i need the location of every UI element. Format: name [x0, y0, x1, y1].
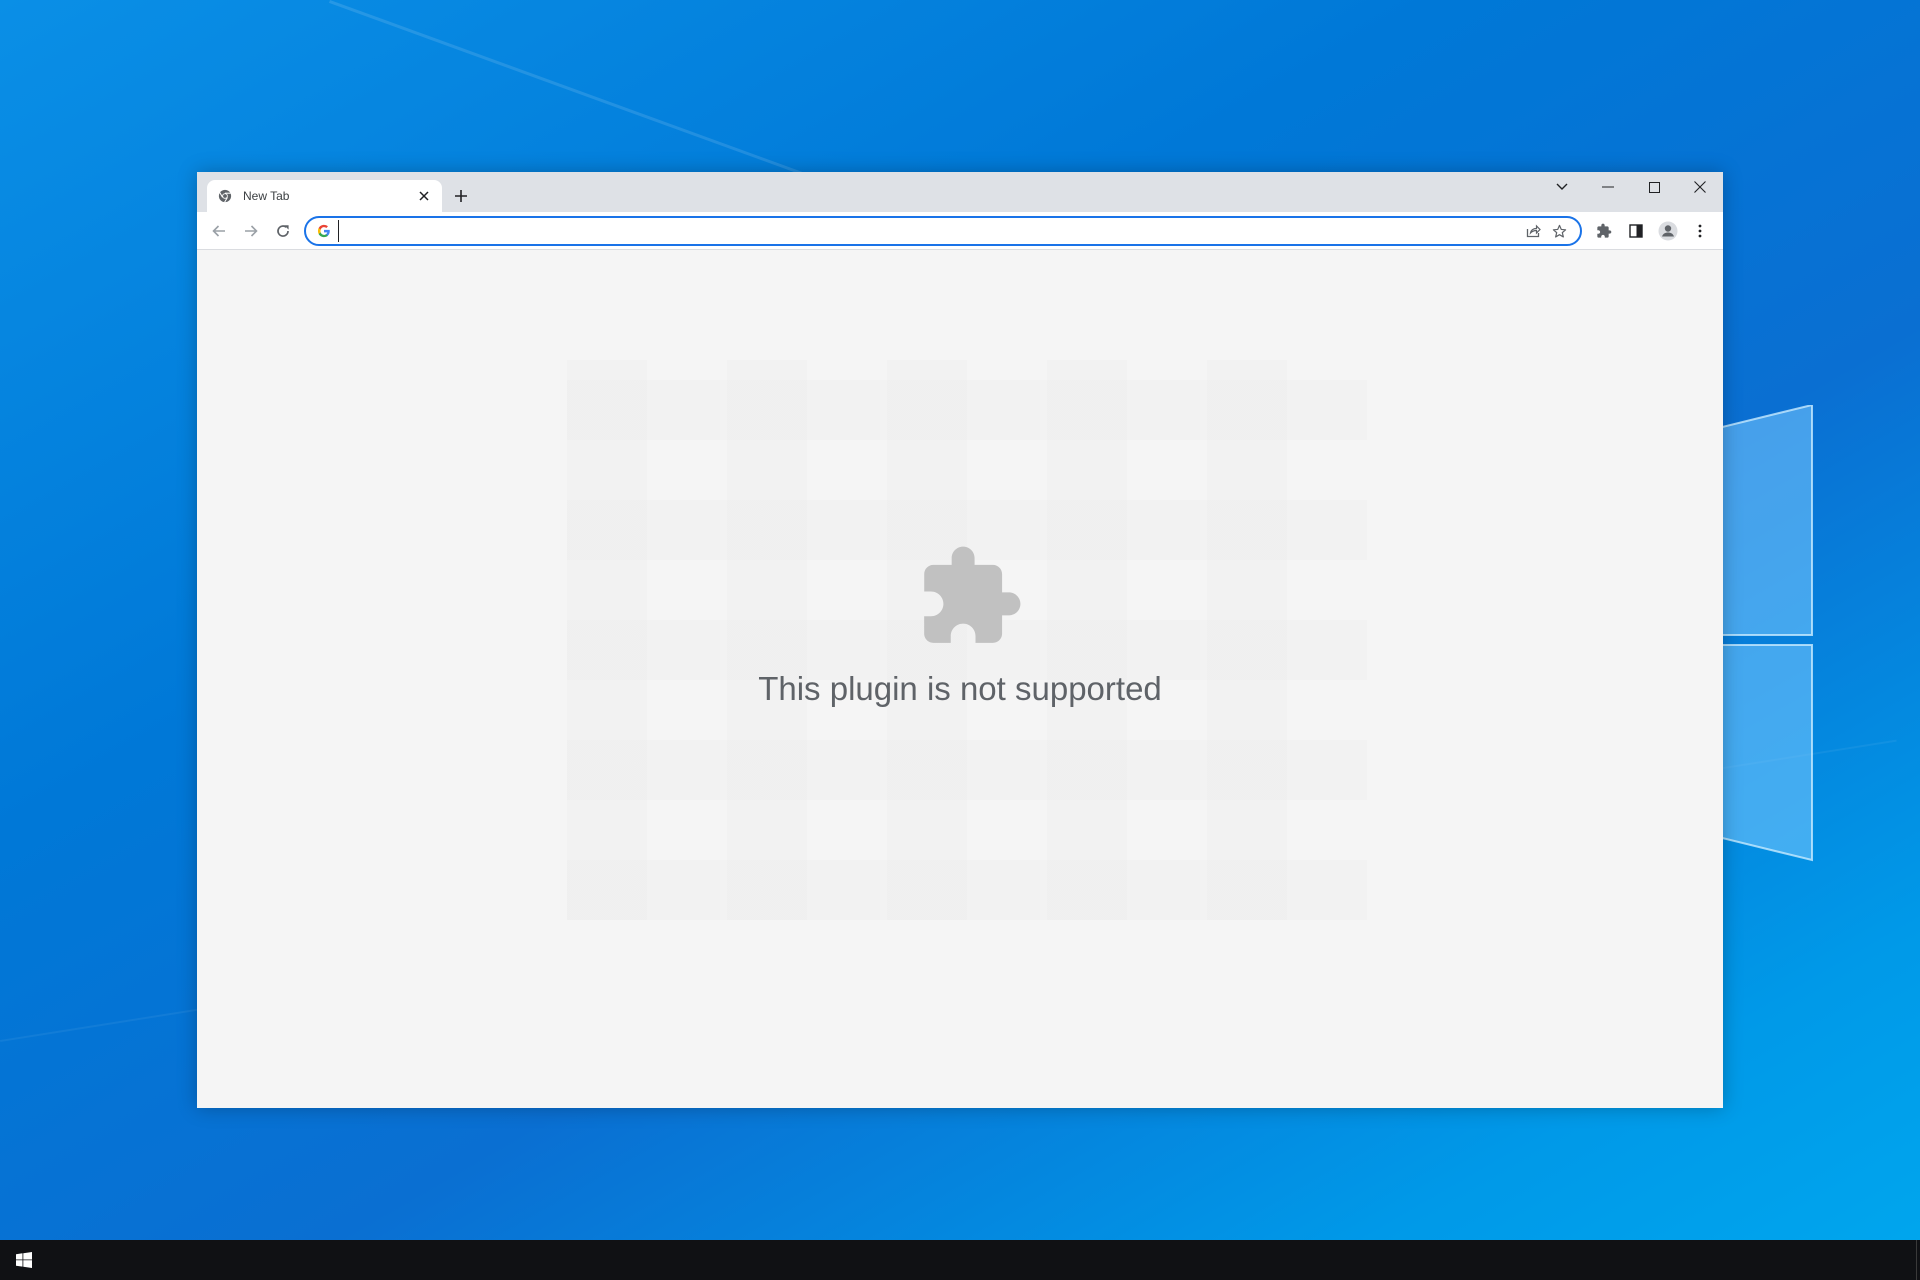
plus-icon — [455, 190, 467, 202]
more-menu-button[interactable] — [1687, 218, 1713, 244]
chrome-icon — [217, 188, 233, 204]
start-button[interactable] — [0, 1240, 48, 1280]
windows-icon — [16, 1252, 32, 1268]
share-button[interactable] — [1520, 220, 1546, 242]
taskbar — [0, 1240, 1920, 1280]
plugin-error-message: This plugin is not supported — [758, 670, 1162, 707]
tab-title: New Tab — [243, 189, 290, 203]
forward-button[interactable] — [238, 218, 264, 244]
profile-button[interactable] — [1655, 218, 1681, 244]
arrow-right-icon — [245, 225, 258, 237]
tab-search-button[interactable] — [1539, 172, 1585, 202]
profile-icon — [1658, 221, 1678, 241]
close-icon — [1694, 181, 1706, 193]
side-panel-button[interactable] — [1623, 218, 1649, 244]
bookmark-button[interactable] — [1546, 220, 1572, 242]
windows-logo-backdrop — [1710, 405, 1813, 862]
chevron-down-icon — [1556, 183, 1568, 190]
tab-strip: New Tab — [197, 172, 1723, 212]
star-icon — [1552, 224, 1566, 238]
browser-toolbar — [197, 212, 1723, 250]
side-panel-icon — [1629, 224, 1643, 238]
google-g-icon — [316, 223, 332, 239]
close-icon — [419, 191, 429, 201]
minimize-icon — [1602, 186, 1614, 188]
more-vert-icon — [1698, 224, 1702, 238]
maximize-button[interactable] — [1631, 172, 1677, 202]
new-tab-button[interactable] — [449, 184, 473, 208]
address-bar[interactable] — [304, 216, 1582, 246]
reload-button[interactable] — [270, 218, 296, 244]
back-button[interactable] — [206, 218, 232, 244]
address-input[interactable] — [338, 220, 1520, 242]
minimize-button[interactable] — [1585, 172, 1631, 202]
browser-window: New Tab This plugin is not supported — [197, 172, 1723, 1108]
extensions-button[interactable] — [1591, 218, 1617, 244]
page-content: This plugin is not supported — [197, 250, 1723, 1108]
arrow-left-icon — [212, 225, 225, 237]
maximize-icon — [1648, 181, 1660, 193]
show-desktop-button[interactable] — [1916, 1240, 1920, 1280]
tab-close-button[interactable] — [416, 188, 432, 204]
reload-icon — [277, 225, 289, 237]
puzzle-icon — [924, 546, 1021, 643]
tab-new-tab[interactable]: New Tab — [207, 180, 442, 212]
share-icon — [1526, 224, 1541, 238]
close-window-button[interactable] — [1677, 172, 1723, 202]
puzzle-icon — [1597, 223, 1612, 238]
